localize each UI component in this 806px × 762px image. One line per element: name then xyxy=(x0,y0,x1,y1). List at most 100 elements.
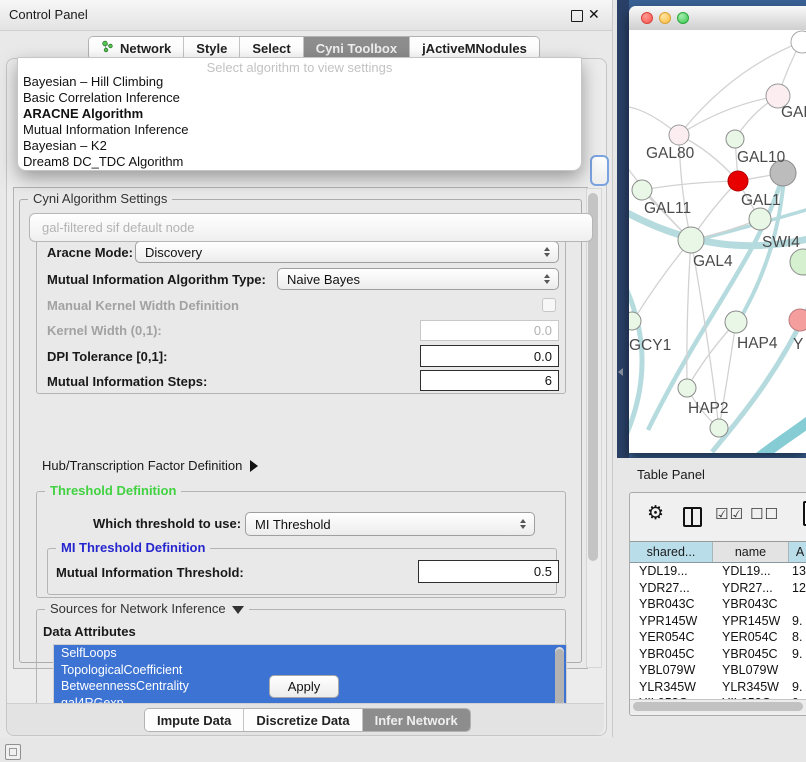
table-toolbar: ⚙ ☑☑ ☐☐ xyxy=(630,493,806,541)
aracne-mode-label: Aracne Mode: xyxy=(47,245,133,260)
gear-icon[interactable]: ⚙ xyxy=(647,502,664,525)
close-icon[interactable]: ✕ xyxy=(588,6,600,23)
table-row[interactable]: YPR145WYPR145W9. xyxy=(630,613,806,630)
data-attributes-label: Data Attributes xyxy=(43,624,136,639)
node-y[interactable] xyxy=(789,309,806,331)
node-gal11[interactable] xyxy=(632,180,652,200)
node-gal10[interactable] xyxy=(726,130,744,148)
list-scrollbar-thumb[interactable] xyxy=(555,649,564,705)
table-row[interactable]: YLR345WYLR345W9. xyxy=(630,679,806,696)
column-header-name[interactable]: name xyxy=(713,542,789,562)
node-red[interactable] xyxy=(728,171,748,191)
node-label: Y xyxy=(793,336,803,353)
node-gal1[interactable] xyxy=(749,208,771,230)
zoom-window-button[interactable] xyxy=(677,12,689,24)
table-row[interactable]: YDL19...YDL19...13 xyxy=(630,563,806,580)
select-all-checkboxes-icon[interactable]: ☑☑ xyxy=(715,505,744,523)
node-label: HAP2 xyxy=(688,400,729,417)
tab-discretize-data[interactable]: Discretize Data xyxy=(244,709,362,731)
tab-select[interactable]: Select xyxy=(240,37,303,59)
tab-style-label: Style xyxy=(196,41,227,56)
network-window-titlebar[interactable] xyxy=(629,6,806,31)
column-header-partial[interactable]: A xyxy=(789,542,806,562)
algorithm-combo-fragment[interactable] xyxy=(590,155,609,186)
node-unlabeled[interactable] xyxy=(791,31,806,53)
float-panel-icon[interactable] xyxy=(571,10,583,22)
node-hap4[interactable] xyxy=(725,311,747,333)
control-panel: Control Panel ✕ Network Style Se xyxy=(0,0,613,737)
kernel-width-field[interactable] xyxy=(420,320,559,341)
tab-discretize-data-label: Discretize Data xyxy=(256,713,349,728)
node-gal4[interactable] xyxy=(678,227,704,253)
list-item[interactable]: SelfLoops xyxy=(54,645,566,662)
node-hap2[interactable] xyxy=(678,379,696,397)
tab-jactivemnodules-label: jActiveMNodules xyxy=(422,41,527,56)
table-row[interactable]: YBR045CYBR045C9. xyxy=(630,646,806,663)
algorithm-option[interactable]: Dream8 DC_TDC Algorithm xyxy=(18,154,581,170)
settings-scrollbar[interactable] xyxy=(586,188,602,668)
algorithm-option[interactable]: Bayesian – K2 xyxy=(18,138,581,154)
algorithm-option[interactable]: Bayesian – Hill Climbing xyxy=(18,74,581,90)
bottom-tab-bar: Impute Data Discretize Data Infer Networ… xyxy=(144,708,471,732)
tab-network[interactable]: Network xyxy=(89,37,184,59)
tab-infer-network[interactable]: Infer Network xyxy=(363,709,470,731)
table-row[interactable]: YBL079WYBL079W xyxy=(630,662,806,679)
node-gal80[interactable] xyxy=(669,125,689,145)
sources-title[interactable]: Sources for Network Inference xyxy=(45,601,249,616)
which-threshold-combo[interactable]: MI Threshold xyxy=(245,512,535,536)
table-row[interactable]: YER054CYER054C8. xyxy=(630,629,806,646)
cell: YBR045C xyxy=(630,646,713,663)
minimize-window-button[interactable] xyxy=(659,12,671,24)
mi-threshold-definition-title: MI Threshold Definition xyxy=(56,540,210,555)
manual-kernel-checkbox[interactable] xyxy=(542,298,556,312)
algorithm-option[interactable]: Mutual Information Inference xyxy=(18,122,581,138)
node-label: GAL1 xyxy=(741,192,781,209)
cell: YLR345W xyxy=(630,679,713,696)
close-window-button[interactable] xyxy=(641,12,653,24)
mi-algorithm-type-combo[interactable]: Naive Bayes xyxy=(277,268,559,290)
tab-style[interactable]: Style xyxy=(184,37,240,59)
node-label: GAL80 xyxy=(646,145,695,162)
node-unlabeled2[interactable] xyxy=(710,419,728,437)
collapsed-panel-icon[interactable] xyxy=(5,744,21,760)
cell: YBR045C xyxy=(713,646,789,663)
node-swi4[interactable] xyxy=(790,249,806,275)
hub-tf-section-toggle[interactable]: Hub/Transcription Factor Definition xyxy=(42,458,258,473)
table-row[interactable]: YBR043CYBR043C xyxy=(630,596,806,613)
table-hscrollbar[interactable] xyxy=(630,699,806,713)
cell: 13 xyxy=(789,563,806,580)
tab-cyni-toolbox[interactable]: Cyni Toolbox xyxy=(304,37,410,59)
threshold-definition-group: Threshold Definition Which threshold to … xyxy=(36,491,566,598)
manual-kernel-label: Manual Kernel Width Definition xyxy=(47,298,239,313)
algorithm-definition-group: Algorithm Definition Aracne Mode: Discov… xyxy=(36,229,566,394)
cell: YBR043C xyxy=(713,596,789,613)
table-row[interactable]: YDR27...YDR27...12 xyxy=(630,580,806,597)
stepper-icon xyxy=(544,247,550,257)
algorithm-option[interactable]: Basic Correlation Inference xyxy=(18,90,581,106)
column-header-shared-name[interactable]: shared... xyxy=(630,542,713,562)
table-hscrollbar-thumb[interactable] xyxy=(633,702,803,711)
cyni-algorithm-settings-group: Cyni Algorithm Settings Algorithm Defini… xyxy=(19,199,582,663)
aracne-mode-combo[interactable]: Discovery xyxy=(135,241,559,263)
dpi-tolerance-field[interactable] xyxy=(420,345,559,367)
network-canvas[interactable]: GAL GAL80 GAL10 GAL1 SWI4 GAL11 GAL4 GCY… xyxy=(629,30,806,453)
window-shadow xyxy=(617,0,629,458)
deselect-all-checkboxes-icon[interactable]: ☐☐ xyxy=(750,505,779,523)
mi-steps-field[interactable] xyxy=(420,370,559,391)
splitter-collapse-icon[interactable] xyxy=(618,368,623,376)
columns-icon[interactable] xyxy=(683,507,702,527)
algorithm-dropdown: Select algorithm to view settings Bayesi… xyxy=(17,57,582,171)
settings-scrollbar-thumb[interactable] xyxy=(588,193,598,561)
mi-threshold-field[interactable] xyxy=(418,560,559,583)
tab-jactivemnodules[interactable]: jActiveMNodules xyxy=(410,37,539,59)
list-scrollbar[interactable] xyxy=(555,647,564,709)
algorithm-option-selected[interactable]: ARACNE Algorithm xyxy=(18,106,581,122)
which-threshold-value: MI Threshold xyxy=(255,517,331,532)
expand-arrow-icon xyxy=(250,460,258,472)
node-label: GAL4 xyxy=(693,253,733,270)
tab-impute-data[interactable]: Impute Data xyxy=(145,709,244,731)
tab-cyni-toolbox-label: Cyni Toolbox xyxy=(316,41,397,56)
cell: 9. xyxy=(789,679,806,696)
table-data-combo[interactable]: gal-filtered sif default node xyxy=(29,213,593,242)
apply-button[interactable]: Apply xyxy=(269,675,339,698)
